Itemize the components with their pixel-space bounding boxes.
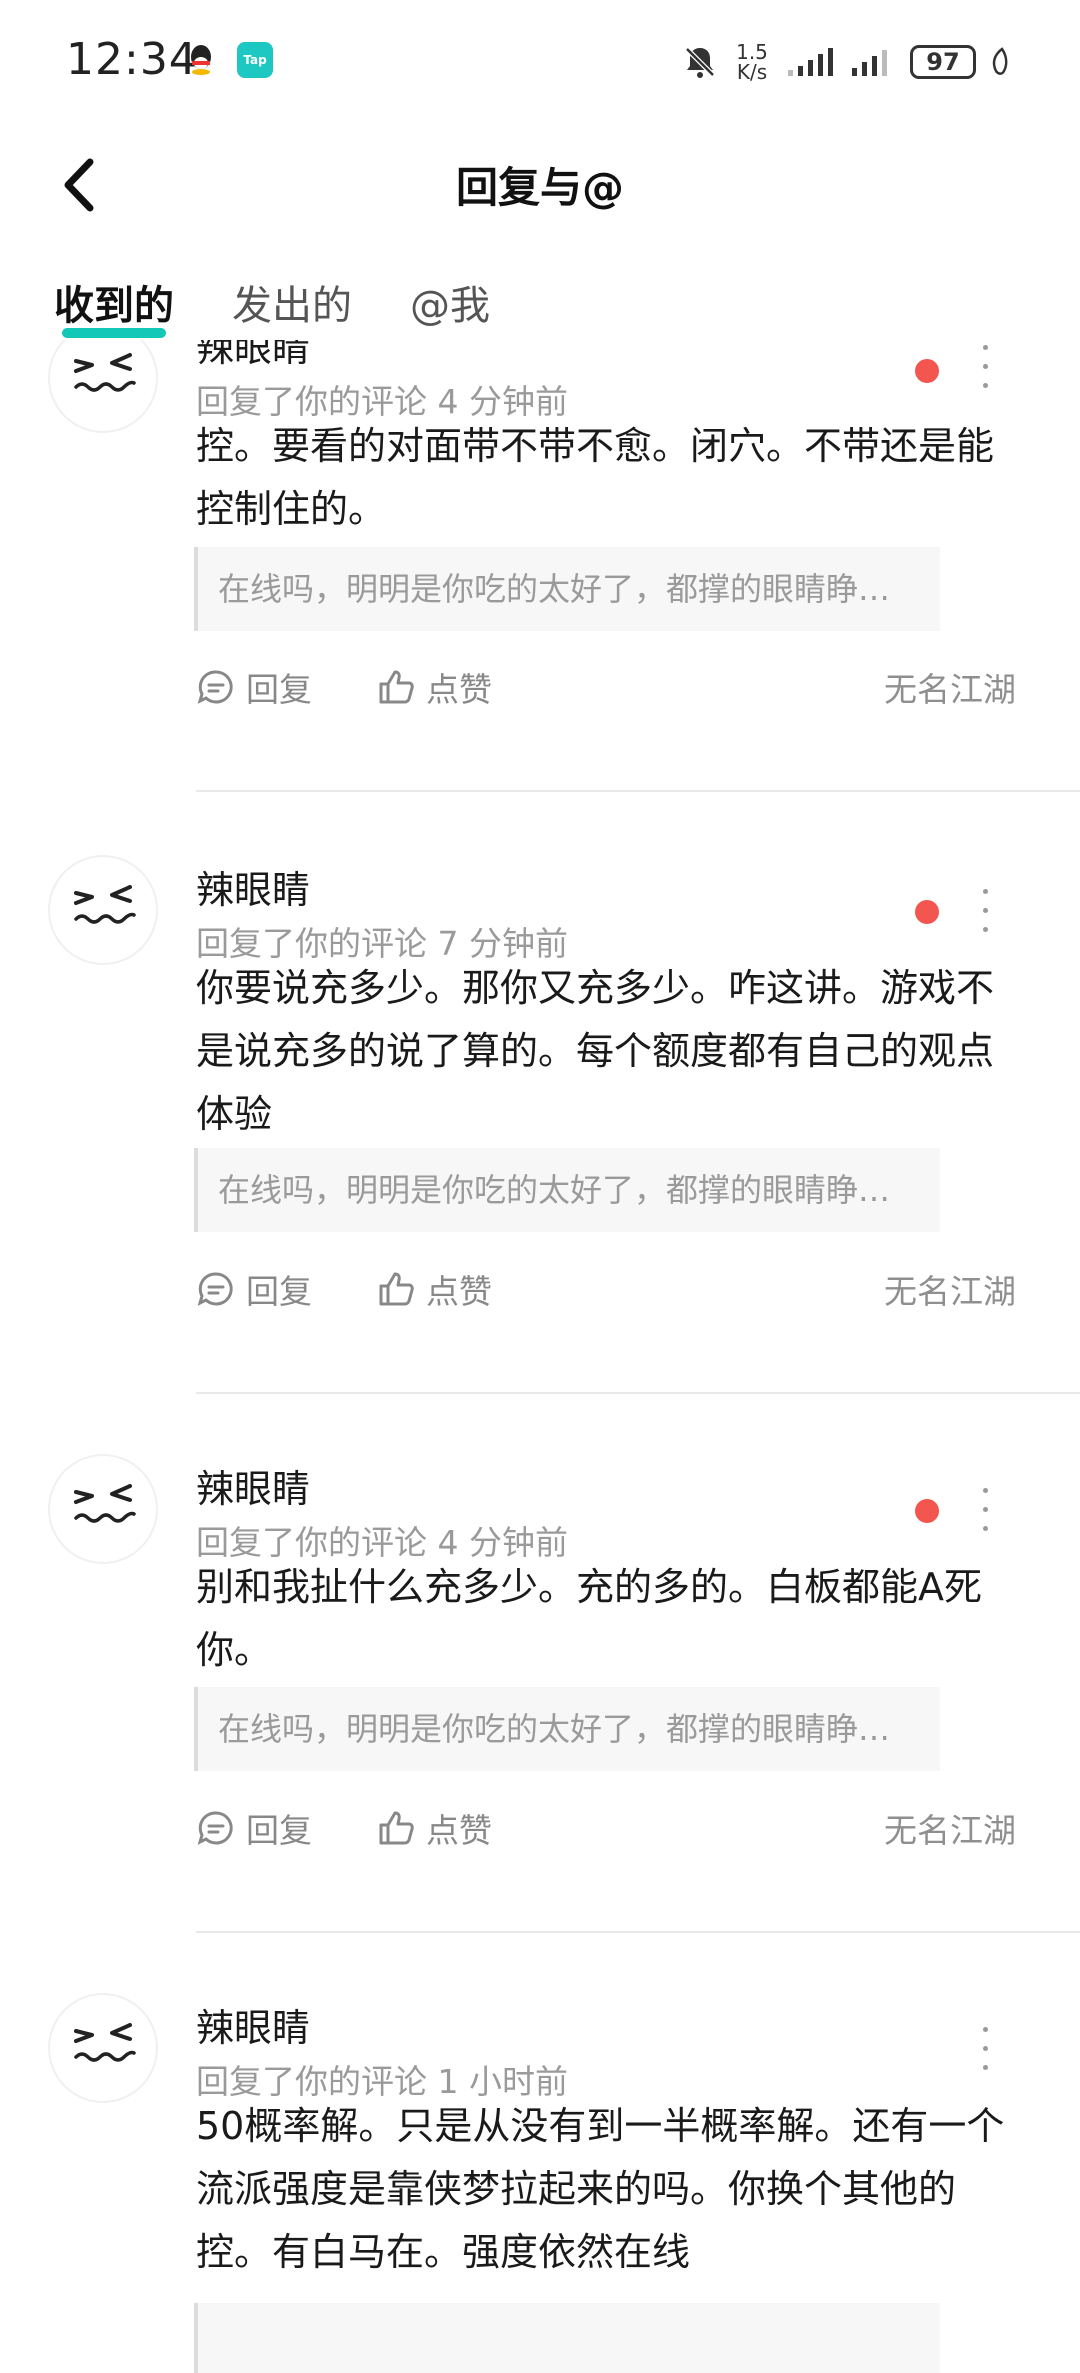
reply-content[interactable]: 别和我扯什么充多少。充的多的。白板都能A死你。 (196, 1556, 1016, 1682)
squint-face-icon (74, 1484, 136, 1523)
user-name[interactable]: 辣眼睛 (196, 1458, 310, 1513)
more-icon[interactable] (980, 889, 990, 935)
like-button[interactable]: 点赞 (376, 1265, 492, 1313)
quoted-comment[interactable]: 在线吗，明明是你吃的太好了，都撑的眼睛睁… (194, 1687, 940, 1771)
source-label[interactable]: 无名江湖 (884, 663, 1016, 711)
signal-icon (852, 50, 887, 76)
unread-dot (915, 359, 939, 383)
user-name[interactable]: 辣眼睛 (196, 1997, 310, 2052)
reply-list[interactable]: 辣眼睛 回复了你的评论 4 分钟前 控。要看的对面带不带不愈。闭穴。不带还是能控… (0, 340, 1080, 2373)
quoted-comment[interactable]: 在线吗，明明是你吃的太好了，都撑的眼睛睁… (194, 1148, 940, 1232)
taptap-icon: Tap (237, 42, 273, 78)
leaf-icon (992, 47, 1008, 75)
tab-active-indicator (62, 328, 166, 338)
status-time: 12:34 (66, 34, 198, 85)
divider (196, 1931, 1080, 1933)
tab-received[interactable]: 收到的 (54, 276, 174, 346)
network-speed: 1.5 K/s (736, 40, 768, 84)
avatar[interactable] (48, 855, 158, 965)
avatar[interactable] (48, 1993, 158, 2103)
squint-face-icon (74, 885, 136, 924)
action-row: 回复 点赞 无名江湖 (196, 1265, 1016, 1315)
reply-button[interactable]: 回复 (196, 663, 312, 711)
quoted-comment[interactable]: 在线吗，明明是你吃的太好了，都撑的眼睛睁… (194, 547, 940, 631)
comment-icon (197, 1272, 233, 1306)
battery-icon: 97 (910, 45, 976, 79)
thumbs-up-icon (379, 1811, 414, 1845)
reply-button[interactable]: 回复 (196, 1265, 312, 1313)
signal-icon (788, 48, 833, 76)
reply-button[interactable]: 回复 (196, 1804, 312, 1852)
quoted-comment[interactable] (194, 2303, 940, 2373)
comment-icon (197, 1811, 233, 1845)
tab-sent[interactable]: 发出的 (232, 276, 352, 346)
page-title: 回复与@ (455, 163, 624, 212)
tab-mentions[interactable]: @我 (410, 276, 490, 346)
squint-face-icon (74, 2023, 136, 2062)
top-app-bar: 回复与@ (0, 130, 1080, 240)
list-item[interactable]: 辣眼睛 回复了你的评论 4 分钟前 别和我扯什么充多少。充的多的。白板都能A死你… (0, 1444, 1080, 1984)
mute-icon (685, 47, 715, 78)
thumbs-up-icon (379, 670, 414, 704)
user-name[interactable]: 辣眼睛 (196, 340, 310, 372)
reply-content[interactable]: 控。要看的对面带不带不愈。闭穴。不带还是能控制住的。 (196, 415, 1016, 541)
source-label[interactable]: 无名江湖 (884, 1804, 1016, 1852)
divider (196, 790, 1080, 792)
unread-dot (915, 900, 939, 924)
status-bar: 12:34 Tap 1.5 K/s 97 (0, 0, 1080, 120)
source-label[interactable]: 无名江湖 (884, 1265, 1016, 1313)
action-row: 回复 点赞 无名江湖 (196, 1804, 1016, 1854)
reply-content[interactable]: 你要说充多少。那你又充多少。咋这讲。游戏不是说充多的说了算的。每个额度都有自己的… (196, 957, 1016, 1146)
more-icon[interactable] (980, 345, 990, 391)
unread-dot (915, 1499, 939, 1523)
divider (196, 1392, 1080, 1394)
user-name[interactable]: 辣眼睛 (196, 859, 310, 914)
like-button[interactable]: 点赞 (376, 663, 492, 711)
avatar[interactable] (48, 340, 158, 433)
reply-content[interactable]: 50概率解。只是从没有到一半概率解。还有一个流派强度是靠侠梦拉起来的吗。你换个其… (196, 2095, 1016, 2284)
like-button[interactable]: 点赞 (376, 1804, 492, 1852)
comment-icon (197, 670, 233, 704)
list-item[interactable]: 辣眼睛 回复了你的评论 7 分钟前 你要说充多少。那你又充多少。咋这讲。游戏不是… (0, 845, 1080, 1445)
qq-icon (191, 45, 211, 75)
list-item[interactable]: 辣眼睛 回复了你的评论 1 小时前 50概率解。只是从没有到一半概率解。还有一个… (0, 1983, 1080, 2373)
squint-face-icon (74, 353, 136, 392)
avatar[interactable] (48, 1454, 158, 1564)
action-row: 回复 点赞 无名江湖 (196, 663, 1016, 713)
more-icon[interactable] (980, 2027, 990, 2073)
more-icon[interactable] (980, 1488, 990, 1534)
thumbs-up-icon (379, 1272, 414, 1306)
